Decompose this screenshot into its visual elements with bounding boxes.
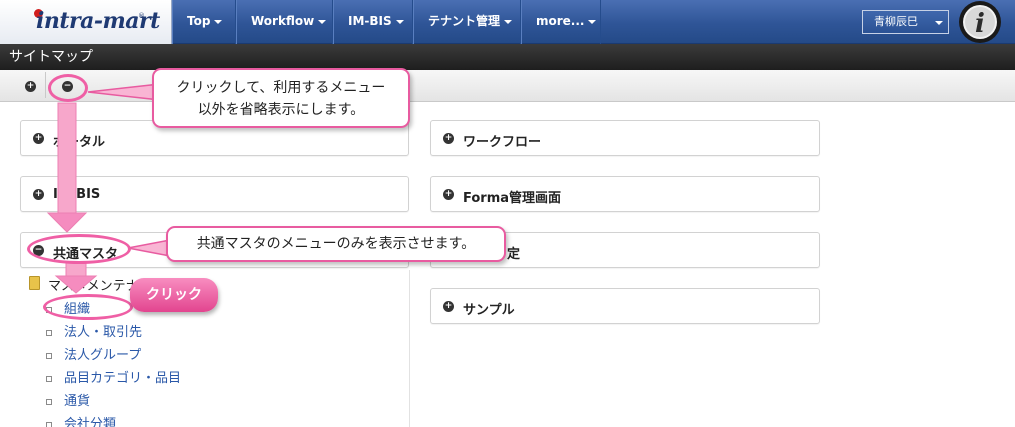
- annotation-callout-common-master: 共通マスタのメニューのみを表示させます。: [166, 226, 506, 262]
- highlight-common-master: [27, 234, 131, 264]
- callout-line-2: 以外を省略表示にします。: [197, 102, 365, 118]
- highlight-collapse-all: [48, 74, 88, 102]
- callout-text: 共通マスタのメニューのみを表示させます。: [196, 236, 476, 252]
- annotation-callout-collapse: クリックして、利用するメニュー 以外を省略表示にします。: [152, 68, 410, 128]
- click-badge: クリック: [130, 278, 218, 312]
- annotation-connectors: [46, 83, 171, 294]
- callout-line-1: クリックして、利用するメニュー: [176, 80, 386, 96]
- highlight-organization: [43, 294, 133, 320]
